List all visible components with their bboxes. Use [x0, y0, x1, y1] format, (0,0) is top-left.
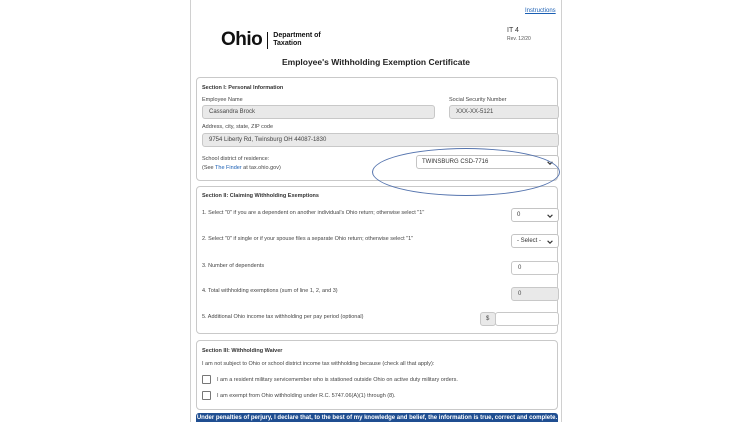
total-exemptions-field: 0: [511, 287, 559, 301]
waiver-intro: I am not subject to Ohio or school distr…: [202, 361, 435, 367]
section1-heading: Section I: Personal Information: [202, 85, 284, 91]
address-field[interactable]: 9754 Liberty Rd, Twinsburg OH 44087-1830: [202, 133, 559, 147]
hint-prefix: (See: [202, 165, 216, 171]
exempt-checkbox[interactable]: [202, 391, 211, 400]
dependents-input[interactable]: 0: [511, 261, 559, 275]
instructions-link[interactable]: Instructions: [525, 8, 556, 14]
school-district-label: School district of residence:: [202, 156, 270, 162]
exempt-option-label: I am exempt from Ohio withholding under …: [217, 393, 396, 399]
employee-name-label: Employee Name: [202, 97, 243, 103]
line2-label: 2. Select "0" if single or if your spous…: [202, 236, 414, 242]
form-page: Instructions Ohio Department of Taxation…: [190, 0, 562, 422]
military-option-label: I am a resident military servicemember w…: [217, 377, 458, 383]
line4-label: 4. Total withholding exemptions (sum of …: [202, 288, 338, 294]
line3-label: 3. Number of dependents: [202, 263, 265, 269]
logo-word: Ohio: [221, 29, 263, 50]
school-district-select[interactable]: TWINSBURG CSD-7716: [416, 155, 559, 169]
line2-select[interactable]: - Select -: [511, 234, 559, 248]
logo-dept-line1: Department of: [273, 32, 321, 39]
additional-withholding-input[interactable]: [495, 312, 559, 326]
section-personal-info: Section I: Personal Information Employee…: [196, 77, 559, 181]
ssn-field[interactable]: XXX-XX-5121: [449, 105, 559, 119]
line5-label: 5. Additional Ohio income tax withholdin…: [202, 314, 364, 320]
line1-value: 0: [517, 212, 521, 218]
ohio-logo: Ohio Department of Taxation: [221, 29, 321, 51]
ssn-label: Social Security Number: [449, 97, 507, 103]
line2-value: - Select -: [517, 238, 542, 244]
address-label: Address, city, state, ZIP code: [202, 124, 274, 130]
logo-divider: [267, 31, 269, 49]
school-district-hint: (See The Finder at tax.ohio.gov): [202, 165, 281, 171]
logo-department: Department of Taxation: [273, 32, 320, 48]
section-waiver: Section III: Withholding Waiver I am not…: [196, 340, 558, 410]
school-district-value: TWINSBURG CSD-7716: [422, 159, 489, 165]
section3-heading: Section III: Withholding Waiver: [202, 348, 283, 354]
form-id: IT 4: [507, 27, 519, 34]
logo-dept-line2: Taxation: [273, 40, 302, 47]
page-title: Employee's Withholding Exemption Certifi…: [281, 57, 471, 67]
chevron-down-icon: [547, 161, 553, 165]
section-exemptions: Section II: Claiming Withholding Exempti…: [196, 186, 559, 334]
section2-heading: Section II: Claiming Withholding Exempti…: [202, 193, 319, 199]
line1-label: 1. Select "0" if you are a dependent on …: [202, 210, 425, 216]
military-checkbox[interactable]: [202, 375, 211, 384]
form-revision: Rev. 12/20: [507, 36, 531, 42]
employee-name-field[interactable]: Cassandra Brock: [202, 105, 435, 119]
finder-link[interactable]: The Finder: [215, 165, 242, 171]
chevron-down-icon: [547, 240, 553, 244]
chevron-down-icon: [547, 214, 553, 218]
currency-symbol: $: [480, 312, 496, 326]
line1-select[interactable]: 0: [511, 208, 559, 222]
form-id-block: IT 4 Rev. 12/20: [507, 26, 531, 44]
perjury-banner: Under penalties of perjury, I declare th…: [196, 413, 558, 422]
hint-suffix: at tax.ohio.gov): [241, 165, 281, 171]
